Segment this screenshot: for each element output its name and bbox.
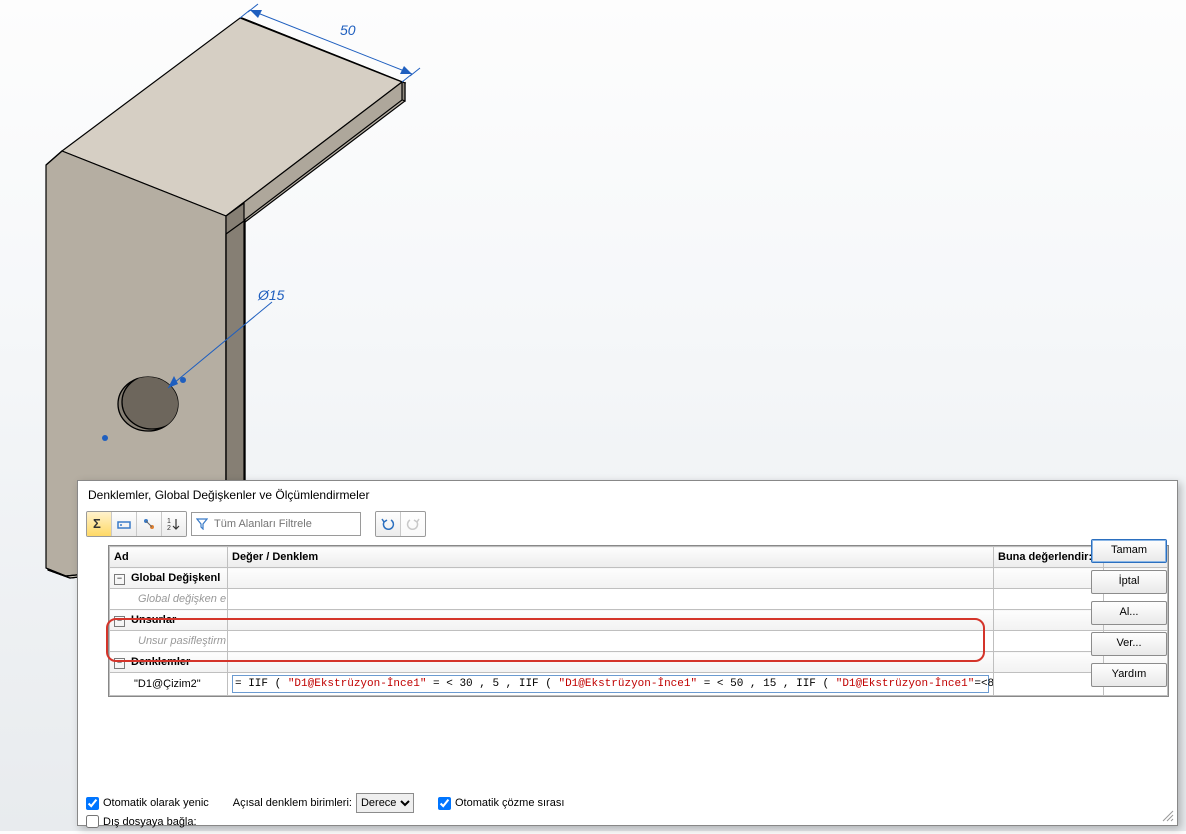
equations-table[interactable]: Ad Değer / Denklem Buna değerlendir: Yor… [108, 545, 1169, 697]
link-external-checkbox[interactable]: Dış dosyaya bağla: [86, 815, 197, 828]
ok-button[interactable]: Tamam [1091, 539, 1167, 563]
dimension-width-value: 50 [340, 22, 356, 38]
group-equations[interactable]: −Denklemler [110, 652, 1168, 673]
equation-name[interactable]: "D1@Çizim2" [110, 673, 228, 696]
col-name[interactable]: Ad [110, 547, 228, 568]
filter-icon [196, 518, 208, 530]
equations-dialog: Denklemler, Global Değişkenler ve Ölçüml… [77, 480, 1178, 826]
redo-button [401, 512, 425, 536]
collapse-icon[interactable]: − [114, 616, 125, 627]
resize-grip[interactable] [1161, 809, 1175, 823]
filter-input[interactable] [212, 517, 346, 531]
export-button[interactable]: Ver... [1091, 632, 1167, 656]
view-sort-button[interactable]: 12 [162, 512, 186, 536]
svg-text:Σ: Σ [93, 516, 101, 531]
dimension-diameter-value: Ø15 [257, 287, 285, 303]
col-eval[interactable]: Buna değerlendir: [994, 547, 1104, 568]
features-hint-row[interactable]: Unsur pasifleştirm [110, 631, 1168, 652]
equation-row[interactable]: "D1@Çizim2" = IIF ( "D1@Ekstrüzyon-İnce1… [110, 673, 1168, 696]
collapse-icon[interactable]: − [114, 574, 125, 585]
col-value[interactable]: Değer / Denklem [228, 547, 994, 568]
dialog-toolbar: Σ 12 [78, 507, 1177, 541]
import-button[interactable]: Al... [1091, 601, 1167, 625]
help-button[interactable]: Yardım [1091, 663, 1167, 687]
view-ordered-button[interactable] [137, 512, 162, 536]
svg-text:2: 2 [167, 525, 171, 532]
view-dimensions-button[interactable] [112, 512, 137, 536]
angular-units-select[interactable]: Derece [356, 793, 414, 813]
dialog-title: Denklemler, Global Değişkenler ve Ölçüml… [78, 481, 1177, 507]
undo-button[interactable] [376, 512, 401, 536]
cancel-button[interactable]: İptal [1091, 570, 1167, 594]
svg-text:1: 1 [167, 518, 171, 525]
group-features[interactable]: −Unsurlar [110, 610, 1168, 631]
auto-rebuild-checkbox[interactable]: Otomatik olarak yenic [86, 797, 209, 810]
auto-solve-checkbox[interactable]: Otomatik çözme sırası [438, 797, 564, 810]
globals-hint-row[interactable]: Global değişken e [110, 589, 1168, 610]
view-equations-button[interactable]: Σ [87, 512, 112, 536]
group-globals[interactable]: −Global Değişkenl [110, 568, 1168, 589]
equation-value-cell[interactable]: = IIF ( "D1@Ekstrüzyon-İnce1" = < 30 , 5… [228, 673, 994, 696]
angular-units-label: Açısal denklem birimleri: [233, 797, 352, 809]
collapse-icon[interactable]: − [114, 658, 125, 669]
filter-field[interactable] [191, 512, 361, 536]
